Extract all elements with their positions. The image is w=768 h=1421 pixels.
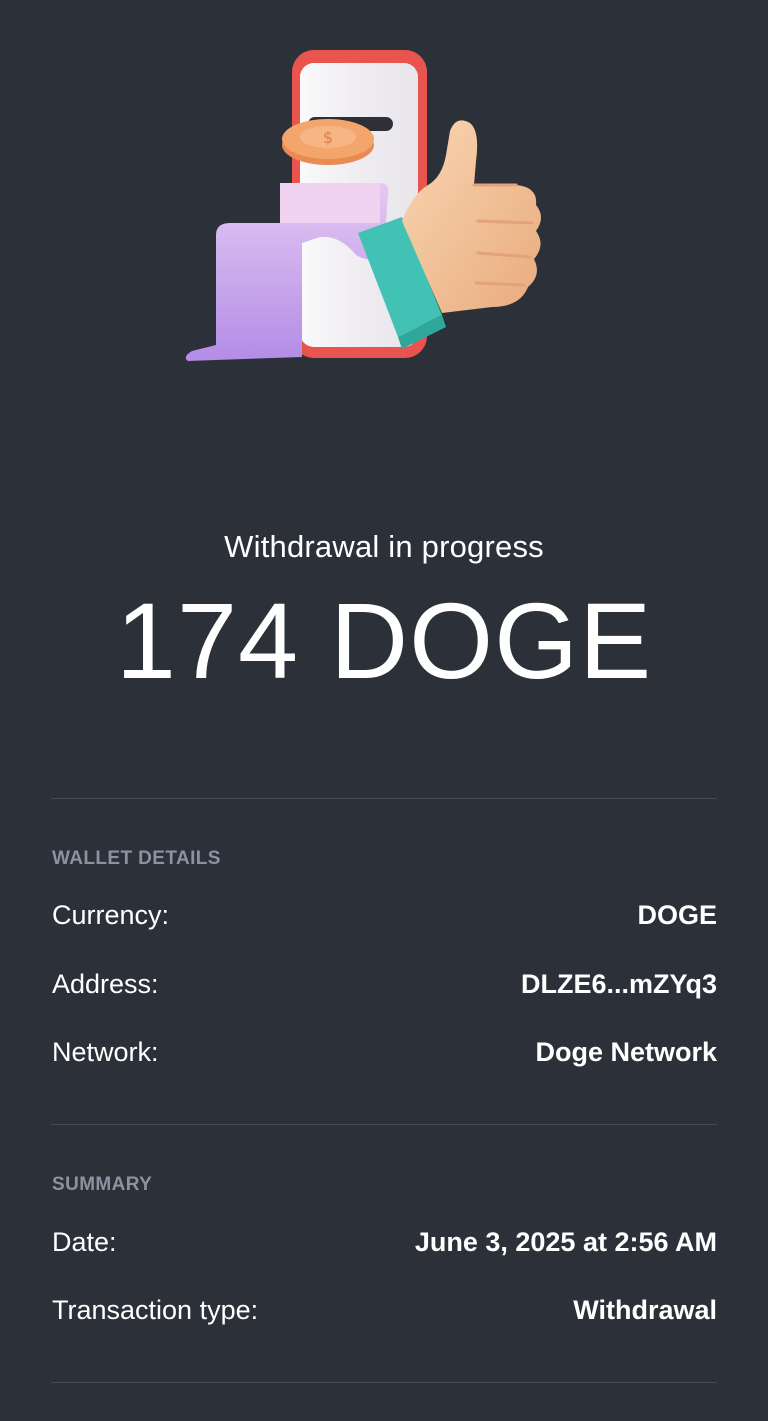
network-label: Network: — [52, 1037, 159, 1067]
phone-receipt-thumbs-up-icon: $ — [185, 50, 541, 361]
address-label: Address: — [52, 969, 159, 999]
wallet-row-currency: Currency: DOGE — [52, 900, 717, 931]
summary-row-transaction-type: Transaction type: Withdrawal — [52, 1295, 717, 1326]
network-value: Doge Network — [535, 1037, 717, 1067]
withdrawal-amount: 174 DOGE — [115, 580, 653, 701]
transaction-type-value: Withdrawal — [573, 1295, 717, 1325]
wallet-row-address: Address: DLZE6...mZYq3 — [52, 969, 717, 1000]
transaction-type-label: Transaction type: — [52, 1295, 259, 1325]
date-label: Date: — [52, 1227, 117, 1257]
divider — [51, 1382, 717, 1383]
svg-text:$: $ — [323, 128, 333, 147]
summary-row-date: Date: June 3, 2025 at 2:56 AM — [52, 1227, 717, 1258]
divider — [51, 798, 717, 799]
withdrawal-status-text: Withdrawal in progress — [224, 529, 544, 564]
wallet-row-network: Network: Doge Network — [52, 1037, 717, 1068]
divider — [51, 1124, 717, 1125]
address-value[interactable]: DLZE6...mZYq3 — [521, 969, 717, 1000]
success-illustration: $ — [180, 45, 550, 370]
date-value: June 3, 2025 at 2:56 AM — [414, 1227, 717, 1257]
wallet-details-heading: WALLET DETAILS — [52, 848, 221, 869]
summary-heading: SUMMARY — [52, 1174, 153, 1195]
currency-label: Currency: — [52, 900, 170, 930]
currency-value: DOGE — [637, 900, 717, 930]
